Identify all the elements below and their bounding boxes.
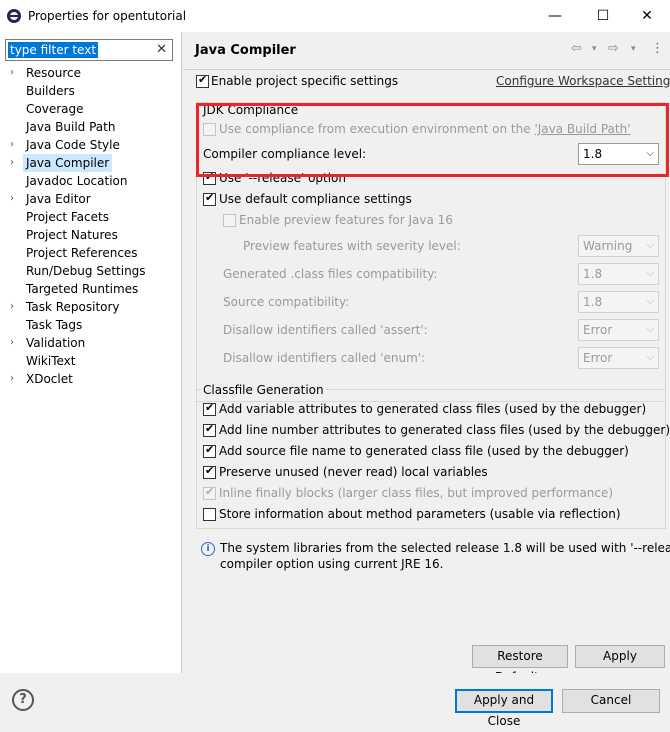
tree-item[interactable]: XDoclet: [26, 370, 73, 388]
tree-item[interactable]: Project Facets: [26, 208, 109, 226]
tree-item[interactable]: Java Compiler: [23, 154, 113, 172]
generated-class-select[interactable]: 1.8 ⌵: [578, 263, 659, 285]
tree-item[interactable]: WikiText: [26, 352, 76, 370]
tree-item[interactable]: Coverage: [26, 100, 84, 118]
tree-item[interactable]: Project Natures: [26, 226, 118, 244]
enable-preview-checkbox[interactable]: [223, 214, 236, 227]
apply-and-close-button[interactable]: Apply and Close: [455, 689, 553, 728]
classfile-option-label: Inline finally blocks (larger class file…: [219, 486, 614, 500]
tree-item[interactable]: Java Editor: [26, 190, 91, 208]
help-icon[interactable]: ?: [12, 689, 34, 711]
chevron-right-icon[interactable]: ›: [10, 298, 14, 316]
enable-specific-label: Enable project specific settings: [211, 74, 399, 88]
info-line-2: compiler option using current JRE 16.: [220, 557, 444, 571]
chevron-right-icon[interactable]: ›: [10, 154, 14, 172]
restore-defaults-button[interactable]: Restore Defaults: [472, 645, 568, 684]
classfile-option-label: Store information about method parameter…: [219, 507, 621, 521]
tree-item[interactable]: Run/Debug Settings: [26, 262, 146, 280]
classfile-option-checkbox[interactable]: ✔: [203, 401, 216, 416]
tree-item[interactable]: Project References: [26, 244, 138, 262]
chevron-right-icon[interactable]: ›: [10, 190, 14, 208]
forward-icon[interactable]: ⇨: [608, 41, 619, 56]
enable-specific-checkbox[interactable]: ✔: [196, 73, 209, 88]
apply-button[interactable]: Apply: [575, 645, 665, 668]
tree-item[interactable]: Targeted Runtimes: [26, 280, 138, 298]
category-tree-panel: type filter text ✕ › Resource Builders Cove…: [0, 32, 182, 673]
page-title: Java Compiler: [195, 43, 296, 58]
classfile-option-checkbox[interactable]: ✔: [203, 464, 216, 479]
window-title: Properties for opentutorial: [28, 9, 187, 23]
assert-label: Disallow identifiers called 'assert':: [223, 323, 428, 337]
forward-dropdown-icon[interactable]: ▾: [631, 44, 636, 54]
tree-item[interactable]: Validation: [26, 334, 85, 352]
classfile-option-checkbox[interactable]: ✔: [203, 485, 216, 500]
chevron-down-icon: ⌵: [646, 268, 654, 279]
classfile-title: Classfile Generation: [201, 383, 326, 397]
classfile-option-label: Add variable attributes to generated cla…: [219, 402, 647, 416]
chevron-down-icon: ⌵: [646, 324, 654, 335]
preview-severity-label: Preview features with severity level:: [243, 239, 461, 253]
assert-select[interactable]: Error ⌵: [578, 319, 659, 341]
highlight-annotation: [196, 103, 669, 177]
title-separator: [183, 69, 670, 70]
view-menu-icon[interactable]: ⋮: [651, 41, 664, 56]
classfile-option-checkbox[interactable]: ✔: [203, 443, 216, 458]
chevron-right-icon[interactable]: ›: [10, 136, 14, 154]
tree-item[interactable]: Javadoc Location: [26, 172, 127, 190]
generated-class-label: Generated .class files compatibility:: [223, 267, 438, 281]
enum-select[interactable]: Error ⌵: [578, 347, 659, 369]
source-compat-select[interactable]: 1.8 ⌵: [578, 291, 659, 313]
tree-item[interactable]: Builders: [26, 82, 75, 100]
classfile-option-label: Add line number attributes to generated …: [219, 423, 670, 437]
classfile-option-label: Add source file name to generated class …: [219, 444, 629, 458]
chevron-right-icon[interactable]: ›: [10, 370, 14, 388]
chevron-right-icon[interactable]: ›: [10, 334, 14, 352]
preview-severity-select[interactable]: Warning ⌵: [578, 235, 659, 257]
filter-input[interactable]: type filter text ✕: [5, 39, 173, 61]
classfile-option-label: Preserve unused (never read) local varia…: [219, 465, 488, 479]
eclipse-icon: [7, 9, 21, 23]
use-default-checkbox[interactable]: ✔: [203, 191, 216, 206]
tree-item[interactable]: Java Build Path: [26, 118, 115, 136]
close-button[interactable]: ✕: [624, 0, 670, 32]
maximize-button[interactable]: ☐: [580, 0, 626, 32]
chevron-right-icon[interactable]: ›: [10, 64, 14, 82]
back-icon[interactable]: ⇦: [571, 41, 582, 56]
chevron-down-icon: ⌵: [646, 352, 654, 363]
tree-item[interactable]: Java Code Style: [26, 136, 120, 154]
tree-item[interactable]: Task Repository: [26, 298, 120, 316]
clear-filter-icon[interactable]: ✕: [156, 42, 167, 57]
info-line-1: The system libraries from the selected r…: [220, 541, 670, 555]
info-icon: i: [201, 542, 215, 556]
filter-text: type filter text: [8, 42, 99, 58]
tree-item[interactable]: Task Tags: [26, 316, 82, 334]
enable-preview-label: Enable preview features for Java 16: [239, 213, 453, 227]
use-default-label: Use default compliance settings: [219, 192, 412, 206]
tree-item[interactable]: Resource: [26, 64, 81, 82]
dialog-footer: ? Apply and Close Cancel: [0, 673, 670, 729]
back-dropdown-icon[interactable]: ▾: [592, 44, 597, 54]
chevron-down-icon: ⌵: [646, 296, 654, 307]
minimize-button[interactable]: —: [532, 0, 578, 32]
cancel-button[interactable]: Cancel: [562, 689, 660, 713]
classfile-option-checkbox[interactable]: [203, 508, 216, 521]
source-compat-label: Source compatibility:: [223, 295, 350, 309]
chevron-down-icon: ⌵: [646, 240, 654, 251]
title-bar: Properties for opentutorial — ☐ ✕: [0, 0, 670, 32]
configure-workspace-link[interactable]: Configure Workspace Settings...: [496, 73, 670, 89]
classfile-option-checkbox[interactable]: ✔: [203, 422, 216, 437]
enum-label: Disallow identifiers called 'enum':: [223, 351, 426, 365]
